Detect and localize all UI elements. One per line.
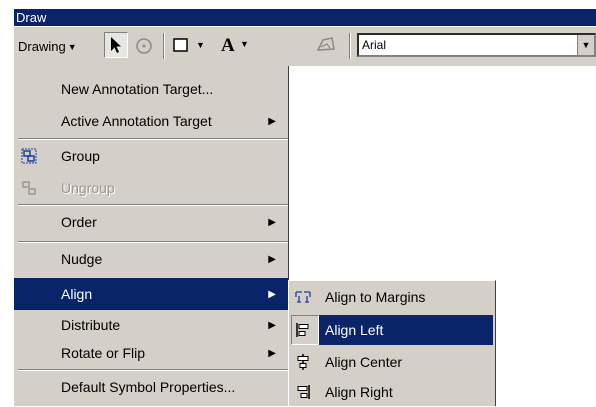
window-title: Draw <box>14 9 596 26</box>
select-elements-button[interactable] <box>104 32 128 58</box>
chevron-down-icon[interactable]: ▼ <box>577 35 594 55</box>
submenu-item-align-to-margins[interactable]: Align to Margins <box>291 282 493 312</box>
menu-item-label: Rotate or Flip <box>61 345 146 361</box>
menu-item-label: Order <box>61 214 97 230</box>
chevron-down-icon: ▼ <box>196 40 205 50</box>
menu-item-rotate-or-flip[interactable]: Rotate or Flip ▶ <box>14 337 288 369</box>
submenu-item-label: Align Left <box>325 322 384 338</box>
align-left-icon <box>296 323 309 337</box>
submenu-item-align-center[interactable]: Align Center <box>291 347 493 377</box>
drawing-menu-label: Drawing <box>18 39 66 54</box>
new-rectangle-button[interactable]: ▼ <box>172 37 205 53</box>
drawing-menu: New Annotation Target... Active Annotati… <box>14 66 289 406</box>
new-text-button[interactable]: A ▼ <box>220 34 249 54</box>
menu-item-group[interactable]: Group <box>14 140 288 172</box>
menu-item-order[interactable]: Order ▶ <box>14 206 288 238</box>
font-name-value: Arial <box>362 38 387 52</box>
menu-item-active-annotation-target[interactable]: Active Annotation Target ▶ <box>14 105 288 137</box>
submenu-item-label: Align Right <box>325 384 393 400</box>
edit-vertices-button[interactable] <box>316 36 336 54</box>
menu-item-new-annotation-target[interactable]: New Annotation Target... <box>14 73 288 105</box>
svg-text:A: A <box>221 35 235 54</box>
align-center-icon <box>297 354 309 370</box>
chevron-right-icon: ▶ <box>268 319 276 331</box>
select-arrow-icon <box>111 37 121 53</box>
drawing-menu-button[interactable]: Drawing ▼ <box>18 39 77 54</box>
rectangle-icon <box>173 38 188 52</box>
group-icon <box>21 148 37 164</box>
menu-item-align[interactable]: Align ▶ <box>14 278 288 310</box>
chevron-right-icon: ▶ <box>268 347 276 359</box>
align-right-icon <box>297 385 310 399</box>
submenu-item-label: Align Center <box>325 354 403 370</box>
ungroup-icon <box>22 181 36 195</box>
menu-item-label: Ungroup <box>61 180 115 196</box>
toolbar-separator <box>349 33 351 59</box>
submenu-item-align-right[interactable]: Align Right <box>291 377 493 407</box>
chevron-down-icon: ▼ <box>67 41 77 52</box>
menu-item-label: Default Symbol Properties... <box>61 379 236 395</box>
draw-toolbar: Drawing ▼ ▼ A ▼ Arial ▼ <box>14 26 596 66</box>
menu-item-label: Distribute <box>61 317 121 333</box>
menu-item-nudge[interactable]: Nudge ▶ <box>14 243 288 275</box>
menu-item-label: Active Annotation Target <box>61 113 212 129</box>
align-submenu: Align to Margins Align Left Align Center… <box>288 280 496 406</box>
edit-vertices-icon <box>316 37 335 51</box>
menu-item-label: Group <box>61 148 100 164</box>
rotate-icon <box>136 38 152 54</box>
align-to-margins-icon <box>295 291 311 303</box>
font-name-combobox[interactable]: Arial ▼ <box>357 33 596 57</box>
chevron-right-icon: ▶ <box>268 115 276 127</box>
rotate-button[interactable] <box>134 36 154 56</box>
toolbar-separator <box>163 33 165 59</box>
submenu-item-align-left[interactable]: Align Left <box>291 315 493 345</box>
chevron-right-icon: ▶ <box>268 253 276 265</box>
chevron-right-icon: ▶ <box>268 216 276 228</box>
menu-item-default-symbol-properties[interactable]: Default Symbol Properties... <box>14 371 288 403</box>
menu-item-ungroup[interactable]: Ungroup <box>14 172 288 204</box>
chevron-right-icon: ▶ <box>268 288 276 300</box>
menu-item-label: New Annotation Target... <box>61 81 214 97</box>
menu-item-label: Nudge <box>61 251 103 267</box>
text-A-icon: A <box>221 35 235 54</box>
submenu-item-label: Align to Margins <box>325 289 426 305</box>
menu-item-label: Align <box>61 286 93 302</box>
chevron-down-icon: ▼ <box>240 39 249 49</box>
